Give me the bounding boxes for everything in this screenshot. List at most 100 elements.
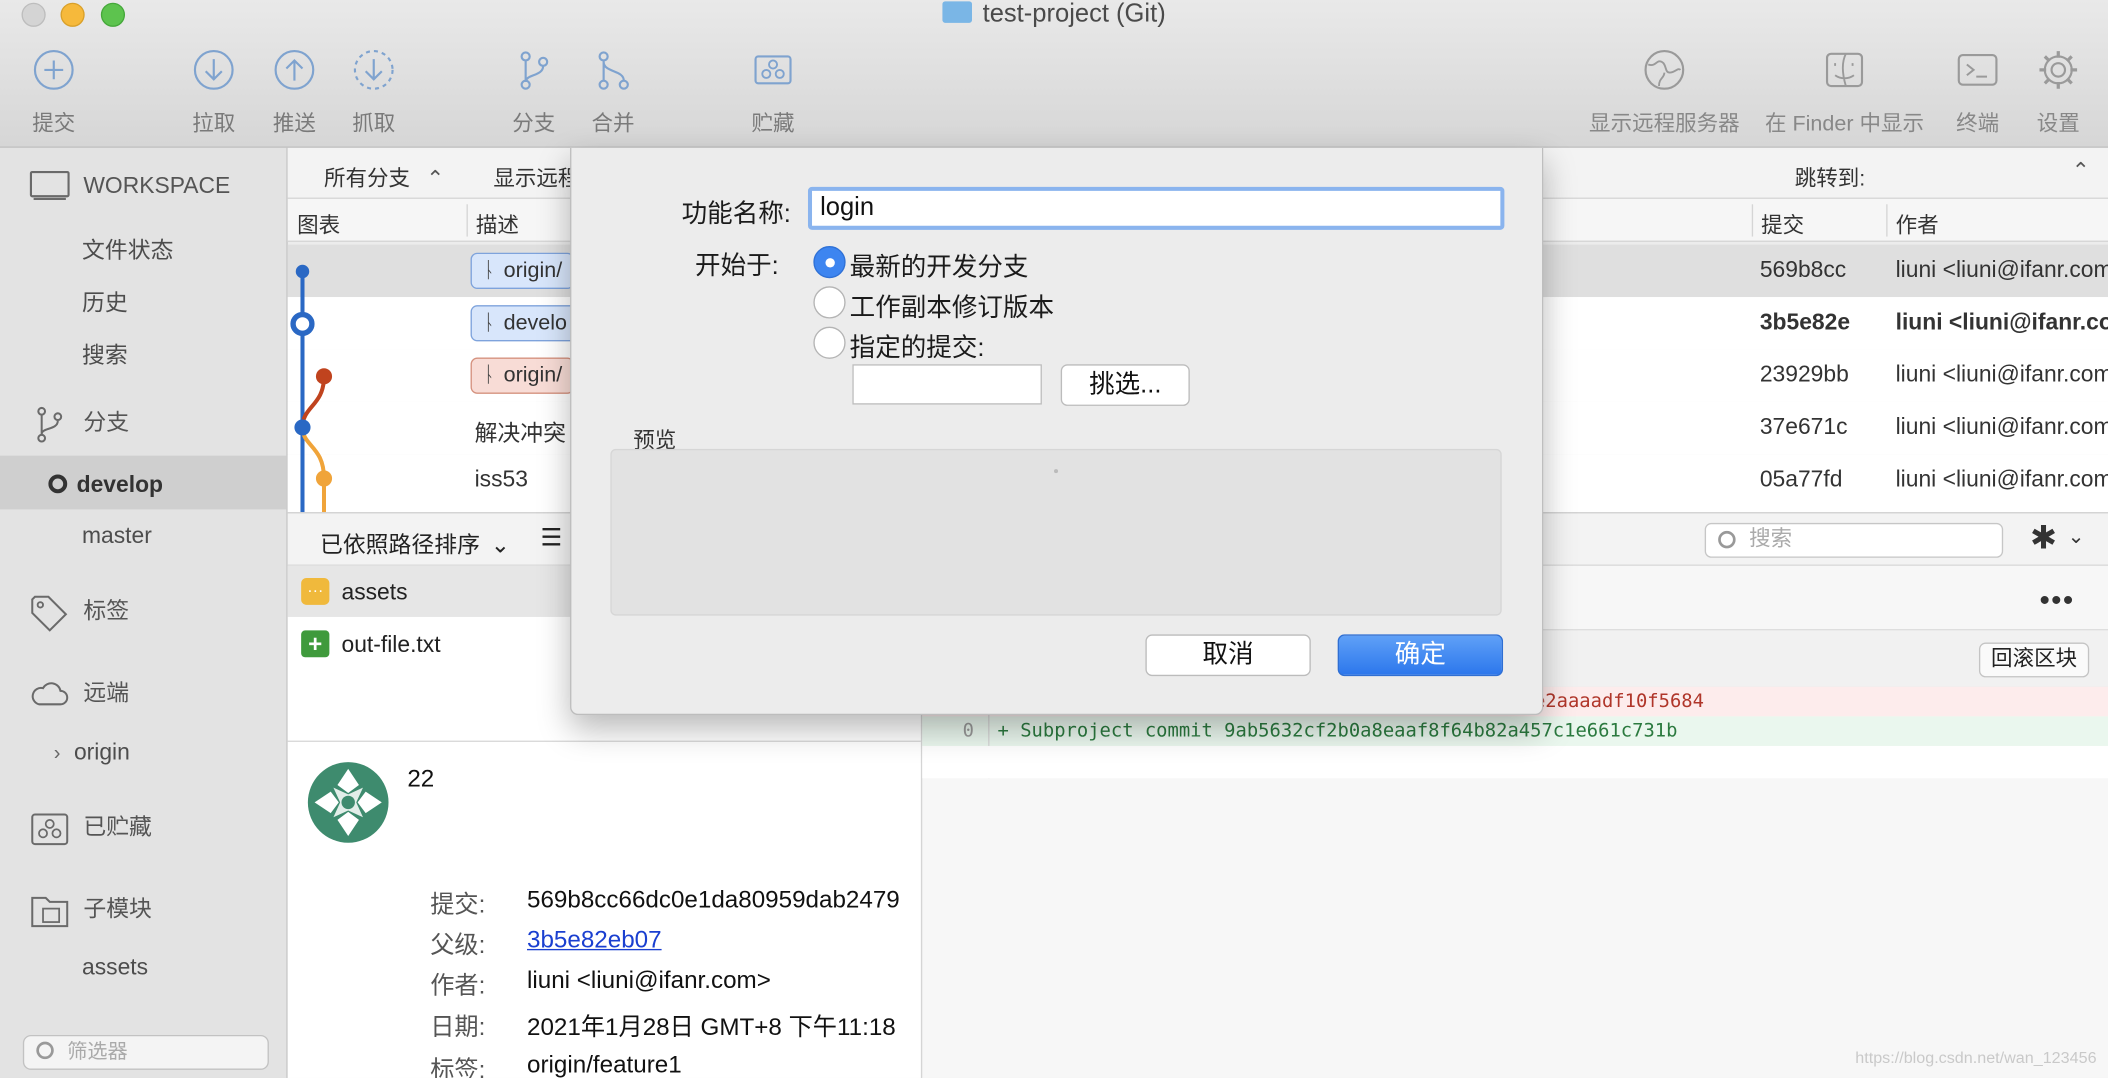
jump-to-chevron-icon[interactable]: ⌃ [2072, 157, 2090, 184]
parent-link[interactable]: 3b5e82eb07 [527, 926, 662, 954]
new-feature-dialog: 功能名称: login 开始于: 最新的开发分支 工作副本修订版本 指定的提交:… [570, 147, 1544, 716]
stash-button[interactable]: 贮藏 [719, 48, 827, 137]
column-divider[interactable] [1751, 204, 1754, 237]
search-icon [36, 1041, 54, 1060]
date-value: 2021年1月28日 GMT+8 下午11:18 [527, 1013, 896, 1041]
cloud-icon [30, 675, 70, 713]
chevron-down-icon[interactable]: ⌄ [2068, 524, 2085, 549]
list-view-icon[interactable]: ☰ [540, 524, 562, 552]
show-remote-button[interactable]: 显示远程服务器 [1584, 48, 1745, 137]
sort-dropdown[interactable]: 已依照路径排序 ⌄ [320, 526, 510, 560]
avatar [307, 762, 389, 843]
ok-button[interactable]: 确定 [1337, 634, 1504, 677]
radio-working-copy-label[interactable]: 工作副本修订版本 [850, 288, 1054, 324]
sidebar-item-master[interactable]: master [82, 523, 152, 550]
commit-message: 22 [407, 764, 435, 792]
sidebar-filter-input[interactable]: 筛选器 [22, 1034, 269, 1070]
column-divider[interactable] [466, 204, 468, 237]
branch-icon [512, 48, 555, 91]
column-commit[interactable]: 提交 [1761, 207, 1804, 239]
commit-author: liuni <liuni@ifanr.com> [1895, 361, 2108, 388]
sidebar-remotes-header[interactable]: 远端 [30, 673, 129, 713]
more-options-icon[interactable]: ••• [2039, 583, 2074, 618]
sidebar-submodules-header[interactable]: 子模块 [30, 890, 152, 930]
commit-hash-input[interactable] [852, 364, 1042, 405]
sidebar-item-history[interactable]: 历史 [82, 284, 128, 318]
window-title: test-project (Git) [0, 0, 2108, 30]
graph-line-iss53 [300, 427, 327, 514]
column-graph[interactable]: 图表 [297, 207, 340, 239]
sidebar-item-assets[interactable]: assets [82, 954, 148, 981]
file-name: out-file.txt [341, 631, 441, 658]
tags-value: origin/feature1 [527, 1051, 682, 1078]
radio-latest-develop-label[interactable]: 最新的开发分支 [850, 247, 1029, 283]
folder-icon [942, 1, 972, 23]
date-label: 日期: [430, 1013, 486, 1041]
sidebar-workspace-header: WORKSPACE [29, 168, 231, 206]
commit-label: 提交: [430, 891, 486, 919]
tags-label: 标签: [430, 1056, 486, 1078]
sidebar-item-file-status[interactable]: 文件状态 [82, 231, 173, 265]
graph-node [315, 368, 333, 385]
commit-hash: 3b5e82e [1759, 309, 1851, 335]
toolbar: test-project (Git) 提交 拉取 推送 抓取 分支 合并 贮藏 [0, 0, 2108, 148]
modified-icon: ··· [301, 577, 330, 605]
column-divider[interactable] [1886, 204, 1888, 237]
cancel-button[interactable]: 取消 [1145, 634, 1311, 677]
sidebar-tags-header[interactable]: 标签 [30, 591, 129, 632]
start-at-label: 开始于: [695, 252, 779, 281]
graph-node [295, 264, 310, 279]
arrow-up-circle-icon [273, 48, 316, 91]
terminal-icon [1956, 48, 1999, 91]
branch-label: ᚿ origin/ [470, 357, 575, 394]
stash-icon [30, 810, 70, 848]
search-icon [1718, 530, 1736, 549]
radio-working-copy[interactable] [813, 286, 846, 319]
sidebar-item-origin[interactable]: › origin [54, 739, 130, 766]
added-icon: + [301, 630, 330, 658]
commit-author: liuni <liuni@ifanr.com> [1895, 309, 2108, 335]
gear-icon[interactable]: ✱ [2030, 519, 2057, 558]
branch-icon: ᚿ [482, 311, 496, 335]
column-author[interactable]: 作者 [1896, 207, 1939, 239]
show-in-finder-button[interactable]: 在 Finder 中显示 [1757, 48, 1932, 137]
monitor-icon [29, 168, 70, 206]
commit-graph [290, 264, 333, 514]
sidebar-item-search[interactable]: 搜索 [82, 336, 128, 370]
sidebar: WORKSPACE 文件状态 历史 搜索 分支 develop master 标… [0, 147, 288, 1078]
sidebar-stashes-header[interactable]: 已贮藏 [30, 808, 152, 848]
diff-blank-line [922, 745, 2108, 779]
column-description[interactable]: 描述 [476, 207, 519, 239]
radio-specific-commit-label[interactable]: 指定的提交: [850, 328, 985, 364]
commit-button[interactable]: 提交 [0, 48, 108, 137]
feature-name-input[interactable]: login [807, 186, 1505, 230]
feature-name-label: 功能名称: [681, 200, 791, 229]
settings-button[interactable]: 设置 [2005, 48, 2108, 137]
commit-value: 569b8cc66dc0e1da80959dab2479 [527, 885, 900, 913]
file-search-input[interactable]: 搜索 [1704, 522, 2004, 558]
commit-details: 22 提交: 569b8cc66dc0e1da80959dab2479 父级: … [287, 740, 921, 1078]
author-label: 作者: [430, 971, 486, 999]
stash-icon [752, 48, 795, 91]
commit-hash: 569b8cc [1759, 256, 1847, 283]
show-remote-toggle[interactable]: 显示远程 [493, 160, 579, 192]
revert-hunk-button[interactable]: 回滚区块 [1978, 642, 2090, 678]
radio-specific-commit[interactable] [813, 326, 846, 359]
pick-commit-button[interactable]: 挑选... [1060, 364, 1190, 406]
commit-author: liuni <liuni@ifanr.com> [1895, 466, 2108, 492]
preview-spinner-icon [1054, 469, 1059, 474]
arrow-down-circle-icon [192, 48, 235, 91]
commit-hash: 05a77fd [1759, 466, 1843, 492]
current-branch-icon [48, 474, 68, 494]
chevron-right-icon: › [53, 741, 61, 765]
sidebar-branches-header[interactable]: 分支 [30, 403, 129, 443]
merge-button[interactable]: 合并 [559, 48, 667, 137]
all-branches-dropdown[interactable]: 所有分支 ⌃ [324, 160, 444, 192]
radio-latest-develop[interactable] [813, 245, 846, 279]
sidebar-item-develop[interactable]: develop [48, 472, 163, 499]
chevron-down-icon: ⌄ [490, 532, 510, 558]
gear-icon [2037, 48, 2080, 91]
commit-author: liuni <liuni@ifanr.com> [1895, 256, 2108, 283]
fetch-button[interactable]: 抓取 [320, 48, 428, 137]
commit-hash: 37e671c [1759, 413, 1848, 440]
